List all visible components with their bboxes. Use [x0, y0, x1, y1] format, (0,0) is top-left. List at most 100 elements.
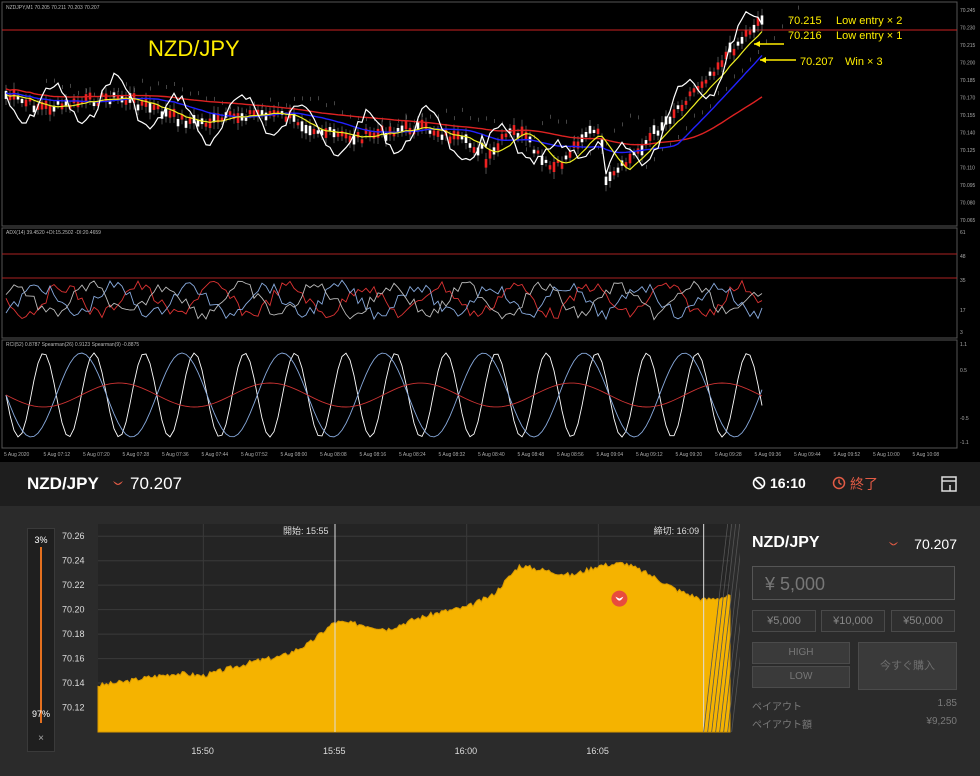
candle-body [704, 79, 708, 84]
candle-body [496, 143, 500, 151]
amount-input[interactable]: ¥ 5,000 [752, 566, 955, 600]
time-axis-tick: 5 Aug 10:08 [913, 452, 940, 458]
candle-body [612, 171, 616, 176]
candle-body [360, 139, 364, 144]
app-header: NZD/JPY 70.207 16:10 終了 [0, 462, 980, 507]
candle-body [748, 30, 752, 35]
candle-body [252, 110, 256, 116]
candle-body [48, 105, 52, 115]
candle-body [24, 99, 28, 107]
adx-axis-tick: 48 [960, 254, 966, 260]
y-tick-label: 70.16 [62, 654, 85, 664]
sentiment-bottom: 97% [31, 709, 50, 719]
adx-label: ADX(14) 39.4520 +DI:15.2502 -DI:20.4659 [6, 230, 101, 236]
candle-body [488, 149, 492, 159]
window-menu-icon[interactable] [940, 475, 958, 493]
candle-body [692, 88, 696, 93]
adx-axis-tick: 35 [960, 278, 966, 284]
candle-body [532, 149, 536, 154]
candle-body [260, 110, 264, 115]
header-price: 70.207 [130, 474, 182, 493]
candle-body [144, 98, 148, 107]
candle-body [732, 48, 736, 56]
price-axis-tick: 70.200 [960, 61, 976, 67]
candle-body [668, 116, 672, 124]
candle-body [672, 109, 676, 118]
mt4-chart-canvas: 70.245 70.230 70.215 70.200 70.185 70.170 70.1… [1, 1, 976, 458]
rci-axis-tick: 1.1 [960, 342, 967, 348]
annotation-price-3: 70.207 [800, 56, 834, 68]
time-axis-tick: 5 Aug 07:28 [123, 452, 150, 458]
candle-body [500, 134, 504, 141]
panel-price: 70.207 [914, 536, 957, 552]
candle-body [504, 133, 508, 138]
end-label[interactable]: 終了 [850, 474, 878, 494]
payout-amount-value: ¥9,250 [926, 716, 957, 727]
annotation-text-3: Win × 3 [845, 56, 883, 68]
annotation-price-1: 70.215 [788, 15, 822, 27]
x-tick-label: 16:00 [455, 746, 478, 756]
price-axis-tick: 70.215 [960, 43, 976, 49]
candle-body [596, 128, 600, 134]
candle-body [524, 131, 528, 140]
time-axis-tick: 5 Aug 07:44 [202, 452, 229, 458]
quick-amount-50000[interactable]: ¥50,000 [891, 610, 955, 632]
low-button[interactable]: LOW [752, 666, 850, 688]
sidebar-close-button[interactable]: × [28, 733, 54, 744]
candle-body [436, 130, 440, 137]
candle-body [168, 110, 172, 118]
buy-now-button[interactable]: 今すぐ購入 [858, 642, 957, 690]
candle-body [588, 125, 592, 134]
candle-body [136, 104, 140, 111]
candle-body [736, 41, 740, 46]
adx-panel-border [1, 227, 958, 339]
annotation-text-2: Low entry × 1 [836, 30, 902, 42]
candle-body [204, 122, 208, 127]
trade-card: 3% 97% × 70.26 70.24 70.22 70.20 70.18 70.16 7… [0, 506, 980, 776]
price-axis-tick: 70.230 [960, 26, 976, 32]
payout-value: 1.85 [937, 698, 957, 709]
candle-body [236, 113, 240, 124]
x-tick-label: 15:50 [191, 746, 214, 756]
payout-amount-label: ペイアウト額 [752, 720, 812, 731]
price-axis-tick: 70.245 [960, 8, 976, 14]
panel-down-arrow-icon [888, 541, 899, 546]
candle-body [432, 130, 436, 136]
candle-body [184, 120, 188, 128]
candle-body [712, 71, 716, 76]
candle-body [32, 105, 36, 113]
annotation-price-2: 70.216 [788, 30, 822, 42]
candle-body [20, 98, 24, 104]
candle-body [548, 165, 552, 170]
candle-body [680, 104, 684, 112]
time-axis-tick: 5 Aug 08:24 [399, 452, 426, 458]
candle-body [552, 162, 556, 173]
y-tick-label: 70.12 [62, 703, 85, 713]
x-tick-label: 16:05 [586, 746, 609, 756]
candle-body [604, 176, 608, 186]
close-time-label: 締切: 16:09 [654, 525, 700, 536]
chart-info: NZDJPY,M1 70.205 70.211 70.203 70.207 [6, 5, 100, 11]
candle-body [308, 125, 312, 136]
candle-body [372, 132, 376, 139]
candle-body [684, 100, 688, 105]
price-axis-tick: 70.170 [960, 96, 976, 102]
price-axis-tick: 70.185 [960, 78, 976, 84]
candle-body [652, 125, 656, 134]
price-axis-tick: 70.140 [960, 131, 976, 137]
candle-body [744, 30, 748, 37]
high-button[interactable]: HIGH [752, 642, 850, 664]
time-axis-tick: 5 Aug 09:52 [834, 452, 861, 458]
candle-body [616, 167, 620, 173]
y-tick-label: 70.24 [62, 556, 85, 566]
time-axis-tick: 5 Aug 09:12 [636, 452, 663, 458]
price-area-chart: 70.26 70.24 70.22 70.20 70.18 70.16 70.14 70.12… [62, 524, 740, 756]
quick-amount-5000[interactable]: ¥5,000 [752, 610, 816, 632]
x-tick-label: 15:55 [323, 746, 346, 756]
time-axis-tick: 5 Aug 08:16 [360, 452, 387, 458]
order-panel: NZD/JPY 70.207 ¥ 5,000 ¥5,000 ¥10,000 ¥5… [752, 506, 957, 776]
quick-amount-10000[interactable]: ¥10,000 [821, 610, 885, 632]
candle-body [648, 132, 652, 141]
time-axis-tick: 5 Aug 07:12 [44, 452, 71, 458]
rci-axis-tick: 0.5 [960, 368, 967, 374]
